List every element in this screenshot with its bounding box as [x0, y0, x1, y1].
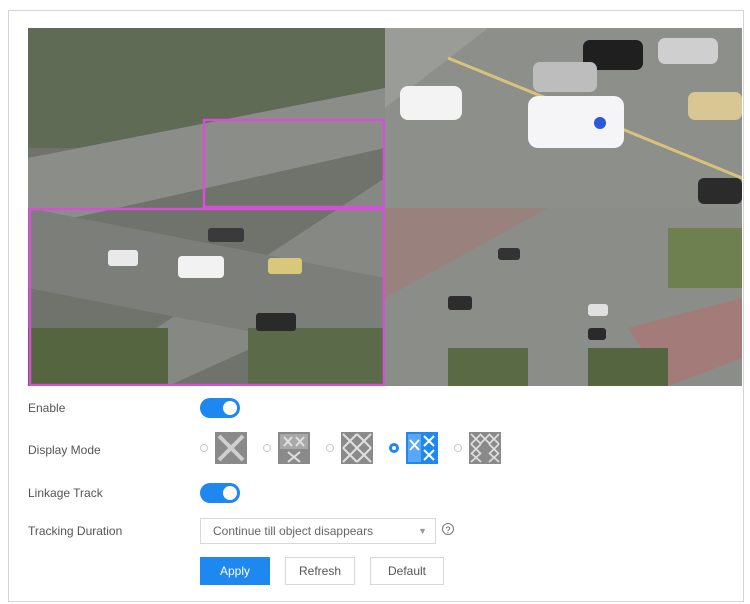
toggle-knob: [223, 486, 237, 500]
layout-mode-5-icon: [469, 432, 501, 464]
radio-button[interactable]: [200, 444, 208, 452]
radio-button[interactable]: [454, 444, 462, 452]
scene-car-7: [698, 178, 742, 204]
tracking-duration-row: Tracking Duration: [28, 519, 198, 543]
refresh-button[interactable]: Refresh: [285, 557, 355, 585]
scene-car-8: [498, 248, 520, 260]
video-preview[interactable]: [28, 28, 742, 386]
scene-ambulance: [528, 96, 624, 148]
display-mode-options: [200, 430, 517, 466]
scene-white-car: [400, 86, 462, 120]
scene-car-1: [108, 250, 138, 266]
scene-car-5: [658, 38, 718, 64]
display-mode-label: Display Mode: [28, 443, 101, 457]
layout-mode-2-icon: [278, 432, 310, 464]
scene-left-greenery: [28, 328, 168, 386]
scene-car-10: [588, 304, 608, 316]
radio-button[interactable]: [263, 444, 271, 452]
display-mode-option-2[interactable]: [263, 432, 310, 464]
enable-toggle[interactable]: [200, 398, 240, 418]
display-mode-option-5[interactable]: [454, 432, 501, 464]
scene-greenery-4: [588, 348, 668, 386]
scene-car-3: [256, 313, 296, 331]
display-mode-option-3[interactable]: [326, 432, 373, 464]
scene-van: [178, 256, 224, 278]
enable-label: Enable: [28, 401, 66, 415]
scene-car-9: [448, 296, 472, 310]
scene-car-4: [208, 228, 244, 242]
scene-car-11: [588, 328, 606, 340]
tracking-duration-label: Tracking Duration: [28, 524, 123, 538]
layout-mode-1-icon: [215, 432, 247, 464]
chevron-down-icon: ▼: [418, 526, 427, 536]
scene-silver-car: [533, 62, 597, 92]
help-circle-icon[interactable]: ?: [442, 523, 454, 535]
display-mode-option-4[interactable]: [389, 432, 438, 464]
scene-car-6: [688, 92, 742, 120]
toggle-knob: [223, 401, 237, 415]
live-video-scene: [28, 28, 742, 386]
default-button[interactable]: Default: [370, 557, 444, 585]
scene-car-2: [268, 258, 302, 274]
linkage-track-label: Linkage Track: [28, 486, 103, 500]
linkage-track-row: Linkage Track: [28, 481, 198, 505]
tracking-duration-value: Continue till object disappears: [213, 524, 374, 538]
layout-mode-4-icon: [406, 432, 438, 464]
apply-button[interactable]: Apply: [200, 557, 270, 585]
display-mode-option-1[interactable]: [200, 432, 247, 464]
tracking-duration-select[interactable]: Continue till object disappears ▼: [200, 518, 436, 544]
radio-button[interactable]: [326, 444, 334, 452]
scene-ambulance-light: [594, 117, 606, 129]
display-mode-row: Display Mode: [28, 438, 198, 462]
radio-button-selected[interactable]: [389, 443, 399, 453]
layout-mode-3-icon: [341, 432, 373, 464]
linkage-track-toggle[interactable]: [200, 483, 240, 503]
scene-left-greenery-2: [248, 328, 385, 386]
scene-greenery-5: [448, 348, 528, 386]
scene-greenery-3: [668, 228, 742, 288]
enable-row: Enable: [28, 396, 198, 420]
